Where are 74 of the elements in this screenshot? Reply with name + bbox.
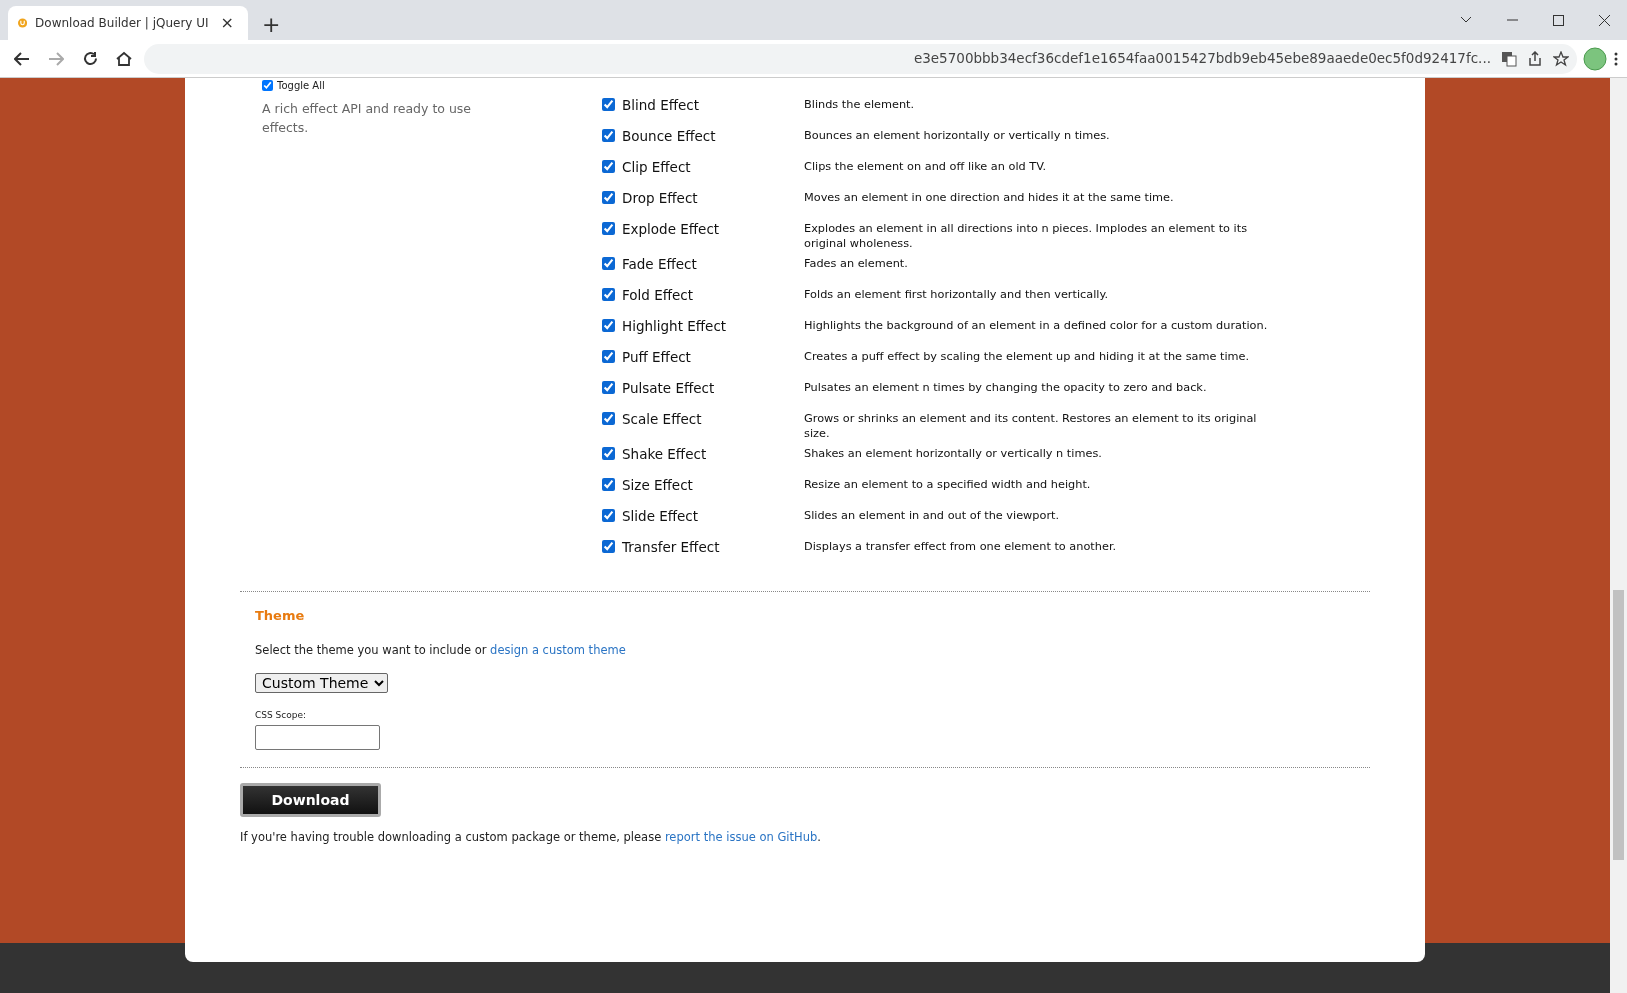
- effect-name: Highlight Effect: [622, 317, 727, 336]
- effect-description: Fades an element.: [804, 256, 909, 272]
- effect-name: Size Effect: [622, 476, 693, 495]
- effect-name: Blind Effect: [622, 96, 700, 115]
- effect-description: Folds an element first horizontally and then vertically.: [804, 287, 1110, 303]
- effect-description: Bounces an element horizontally or vertically n times.: [804, 128, 1111, 144]
- effect-description: Resize an element to a specified width and height.: [804, 477, 1092, 493]
- close-icon[interactable]: [1598, 14, 1610, 26]
- effect-description: Highlights the background of an element in a defined color for a custom duration.: [804, 318, 1269, 334]
- effect-description: Slides an element in and out of the viewport.: [804, 508, 1061, 524]
- effect-description: Clips the element on and off like an old TV.: [804, 159, 1048, 175]
- css-scope-field[interactable]: [255, 725, 380, 751]
- menu-icon[interactable]: [1613, 50, 1619, 67]
- effect-description: Pulsates an element n times by changing the opacity to zero and back.: [804, 380, 1208, 396]
- chevron-down-icon[interactable]: [1460, 16, 1472, 24]
- effect-checkbox[interactable]: [602, 222, 615, 235]
- effect-description: Moves an element in one direction and hides it at the same time.: [804, 190, 1175, 206]
- toggle-all-label: Toggle All: [277, 78, 325, 93]
- effect-name: Shake Effect: [622, 445, 707, 464]
- effect-checkbox[interactable]: [602, 447, 615, 460]
- effect-checkbox[interactable]: [602, 319, 615, 332]
- reload-icon[interactable]: [82, 51, 98, 66]
- download-button[interactable]: Download: [240, 783, 381, 818]
- effect-description: Blinds the element.: [804, 97, 916, 113]
- theme-select[interactable]: Custom Theme: [255, 672, 388, 693]
- effect-name: Pulsate Effect: [622, 379, 715, 398]
- help-text: If you're having trouble downloading a custom package or theme, please report the issue on GitHub.: [240, 829, 822, 847]
- effect-checkbox[interactable]: [602, 257, 615, 270]
- effect-checkbox[interactable]: [602, 540, 615, 553]
- effect-name: Puff Effect: [622, 348, 691, 367]
- minimize-icon[interactable]: [1506, 19, 1518, 21]
- effect-name: Bounce Effect: [622, 127, 716, 146]
- effect-name: Explode Effect: [622, 220, 720, 239]
- home-icon[interactable]: [116, 51, 132, 66]
- theme-instructions: Select the theme you want to include or design a custom theme: [255, 641, 627, 659]
- effect-description: Creates a puff effect by scaling the element up and hiding it at the same time.: [804, 349, 1251, 365]
- effect-checkbox[interactable]: [602, 412, 615, 425]
- effect-description: Shakes an element horizontally or vertically n times.: [804, 446, 1103, 462]
- toggle-all-checkbox[interactable]: [262, 79, 273, 91]
- effect-description: Grows or shrinks an element and its content. Restores an element to its original size.: [804, 411, 1258, 441]
- effect-name: Fade Effect: [622, 255, 697, 274]
- maximize-icon[interactable]: [1552, 14, 1564, 26]
- effect-checkbox[interactable]: [602, 288, 615, 301]
- browser-tab[interactable]: Download Builder | jQuery UI ×: [8, 6, 248, 40]
- effect-name: Scale Effect: [622, 410, 702, 429]
- effect-checkbox[interactable]: [602, 160, 615, 173]
- tab-title: Download Builder | jQuery UI: [35, 15, 209, 32]
- effects-description: A rich effect API and ready to use effects.: [262, 100, 472, 137]
- effect-checkbox[interactable]: [602, 98, 615, 111]
- effect-checkbox[interactable]: [602, 191, 615, 204]
- effect-description: Explodes an element in all directions into n pieces. Implodes an element to its original wholeness.: [804, 221, 1248, 251]
- theme-heading: Theme: [255, 607, 306, 625]
- star-icon[interactable]: [1553, 50, 1569, 67]
- effect-checkbox[interactable]: [602, 478, 615, 491]
- custom-theme-link[interactable]: design a custom theme: [490, 642, 626, 657]
- scrollbar[interactable]: [1610, 78, 1627, 993]
- effect-name: Slide Effect: [622, 507, 699, 526]
- translate-icon[interactable]: [1501, 50, 1517, 67]
- effect-checkbox[interactable]: [602, 381, 615, 394]
- css-scope-label: CSS Scope:: [255, 708, 308, 722]
- profile-avatar-icon[interactable]: [1583, 46, 1607, 71]
- favicon-icon: [18, 15, 28, 31]
- close-tab-button[interactable]: ×: [216, 15, 238, 31]
- share-icon[interactable]: [1527, 50, 1543, 67]
- effect-checkbox[interactable]: [602, 350, 615, 363]
- effect-checkbox[interactable]: [602, 129, 615, 142]
- effect-description: Displays a transfer effect from one element to another.: [804, 539, 1118, 555]
- effect-name: Fold Effect: [622, 286, 693, 305]
- effect-name: Transfer Effect: [622, 538, 720, 557]
- effect-name: Drop Effect: [622, 189, 698, 208]
- effect-name: Clip Effect: [622, 158, 691, 177]
- back-arrow-icon[interactable]: [14, 51, 30, 66]
- new-tab-button[interactable]: +: [258, 14, 285, 36]
- effect-checkbox[interactable]: [602, 509, 615, 522]
